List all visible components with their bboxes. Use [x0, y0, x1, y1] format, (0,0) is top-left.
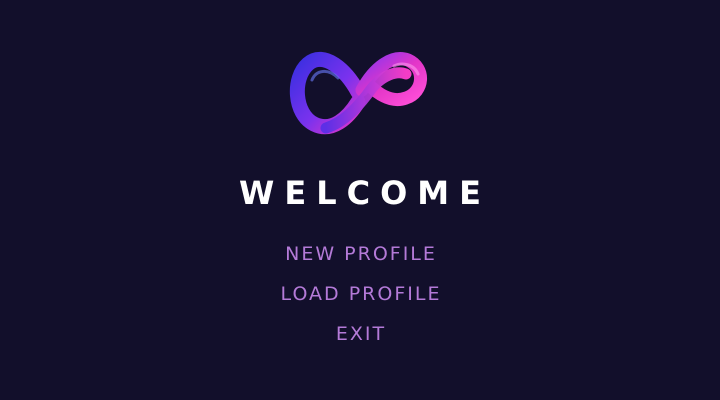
new-profile-button[interactable]: NEW PROFILE — [0, 238, 720, 278]
exit-button[interactable]: EXIT — [0, 318, 720, 358]
infinity-logo-icon — [288, 40, 434, 140]
load-profile-button[interactable]: LOAD PROFILE — [0, 278, 720, 318]
main-menu: NEW PROFILE LOAD PROFILE EXIT — [0, 238, 720, 358]
welcome-screen: WELCOME NEW PROFILE LOAD PROFILE EXIT — [0, 0, 720, 400]
page-title: WELCOME — [239, 174, 491, 212]
